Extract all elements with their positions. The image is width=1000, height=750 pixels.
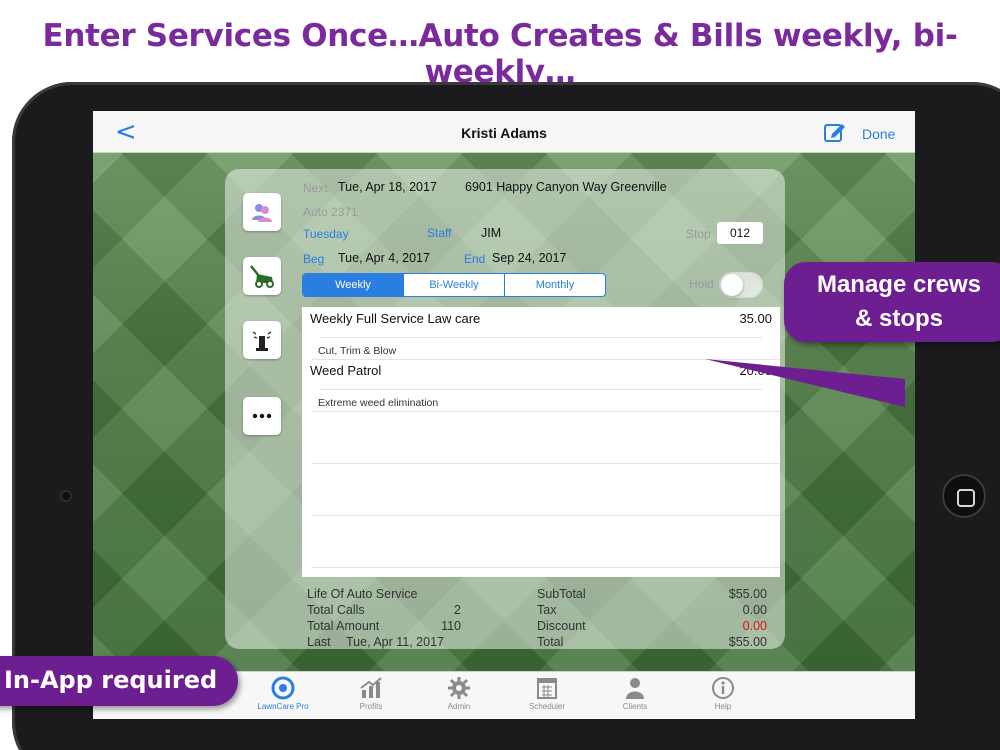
hold-toggle[interactable] bbox=[719, 272, 763, 298]
navigation-bar: < Kristi Adams Done bbox=[93, 111, 915, 153]
total-amount-value: 110 bbox=[441, 619, 461, 633]
tax-value: 0.00 bbox=[742, 603, 767, 617]
begin-label: Beg bbox=[303, 252, 325, 266]
done-button[interactable]: Done bbox=[862, 126, 895, 142]
row-divider bbox=[312, 567, 780, 568]
tab-admin[interactable]: Admin bbox=[419, 676, 499, 711]
callout-pointer bbox=[705, 359, 905, 407]
lawn-mower-icon bbox=[250, 265, 274, 288]
total-calls-value: 2 bbox=[454, 603, 461, 617]
calendar-icon bbox=[537, 678, 557, 699]
end-date[interactable]: Sep 24, 2017 bbox=[492, 251, 566, 265]
staff-value: JIM bbox=[481, 226, 502, 240]
row-divider bbox=[312, 463, 780, 464]
tax-label: Tax bbox=[537, 603, 557, 617]
callout-line-2: & stops bbox=[854, 305, 943, 332]
sprinkler-button[interactable] bbox=[243, 321, 281, 359]
tab-scheduler[interactable]: Scheduler bbox=[507, 676, 587, 711]
camera-icon bbox=[60, 490, 72, 502]
service-description: Cut, Trim & Blow bbox=[318, 345, 397, 357]
frequency-bi-weekly[interactable]: Bi-Weekly bbox=[404, 274, 505, 296]
client-profile-button[interactable] bbox=[243, 193, 281, 231]
client-icon bbox=[626, 678, 644, 699]
next-label: Next bbox=[303, 181, 328, 195]
hold-label: Hold bbox=[689, 277, 714, 291]
home-button[interactable] bbox=[942, 474, 986, 518]
row-divider bbox=[312, 515, 780, 516]
edit-icon[interactable] bbox=[824, 122, 846, 142]
services-list: Weekly Full Service Law care 35.00 Cut, … bbox=[302, 307, 780, 577]
more-button[interactable] bbox=[243, 397, 281, 435]
service-description: Extreme weed elimination bbox=[318, 397, 439, 409]
discount-label: Discount bbox=[537, 619, 586, 633]
last-label: Last bbox=[307, 635, 331, 649]
service-price: 35.00 bbox=[739, 311, 772, 326]
auto-id: Auto 2371 bbox=[303, 205, 358, 219]
client-name-title: Kristi Adams bbox=[461, 125, 547, 141]
service-day[interactable]: Tuesday bbox=[303, 227, 349, 241]
manage-crews-callout: Manage crews & stops bbox=[784, 262, 1000, 342]
people-icon bbox=[252, 204, 272, 222]
mower-button[interactable] bbox=[243, 257, 281, 295]
promo-headline: Enter Services Once…Auto Creates & Bills… bbox=[42, 18, 958, 90]
app-screen: < Kristi Adams Done Next Tue, Apr 18, 20… bbox=[93, 111, 915, 719]
subtotal-value: $55.00 bbox=[728, 587, 767, 601]
staff-label[interactable]: Staff bbox=[427, 226, 451, 240]
frequency-weekly[interactable]: Weekly bbox=[303, 274, 404, 296]
in-app-required-callout: In-App required bbox=[0, 656, 238, 706]
callout-line-1: Manage crews bbox=[816, 271, 982, 298]
row-divider bbox=[320, 389, 762, 390]
stop-input[interactable]: 012 bbox=[717, 222, 763, 244]
discount-value[interactable]: 0.00 bbox=[687, 619, 767, 633]
begin-date[interactable]: Tue, Apr 4, 2017 bbox=[338, 251, 430, 265]
total-amount-label: Total Amount bbox=[307, 619, 380, 633]
row-divider bbox=[320, 337, 762, 338]
sprinkler-icon bbox=[252, 331, 272, 351]
address: 6901 Happy Canyon Way Greenville bbox=[465, 180, 667, 194]
tab-help[interactable]: Help bbox=[683, 676, 763, 711]
next-date: Tue, Apr 18, 2017 bbox=[338, 180, 437, 194]
total-calls-label: Total Calls bbox=[307, 603, 365, 617]
life-of-service-label: Life Of Auto Service bbox=[307, 587, 418, 601]
target-icon bbox=[271, 676, 295, 700]
chart-icon bbox=[360, 677, 382, 698]
service-name[interactable]: Weekly Full Service Law care bbox=[310, 311, 480, 326]
gear-icon bbox=[448, 677, 470, 699]
info-icon bbox=[712, 677, 734, 699]
total-label: Total bbox=[537, 635, 564, 649]
tab-lawncare-pro[interactable]: LawnCare Pro bbox=[243, 676, 323, 711]
row-divider bbox=[312, 411, 780, 412]
service-name[interactable]: Weed Patrol bbox=[310, 363, 381, 378]
last-date: Tue, Apr 11, 2017 bbox=[346, 635, 444, 649]
end-label: End bbox=[464, 252, 486, 266]
subtotal-label: SubTotal bbox=[537, 587, 586, 601]
tab-profits[interactable]: Profits bbox=[331, 676, 411, 711]
more-dots-icon bbox=[252, 413, 272, 419]
total-value: $55.00 bbox=[728, 635, 767, 649]
stop-label: Stop bbox=[686, 227, 711, 241]
tab-clients[interactable]: Clients bbox=[595, 676, 675, 711]
frequency-selector: Weekly Bi-Weekly Monthly bbox=[302, 273, 606, 297]
frequency-monthly[interactable]: Monthly bbox=[505, 274, 605, 296]
